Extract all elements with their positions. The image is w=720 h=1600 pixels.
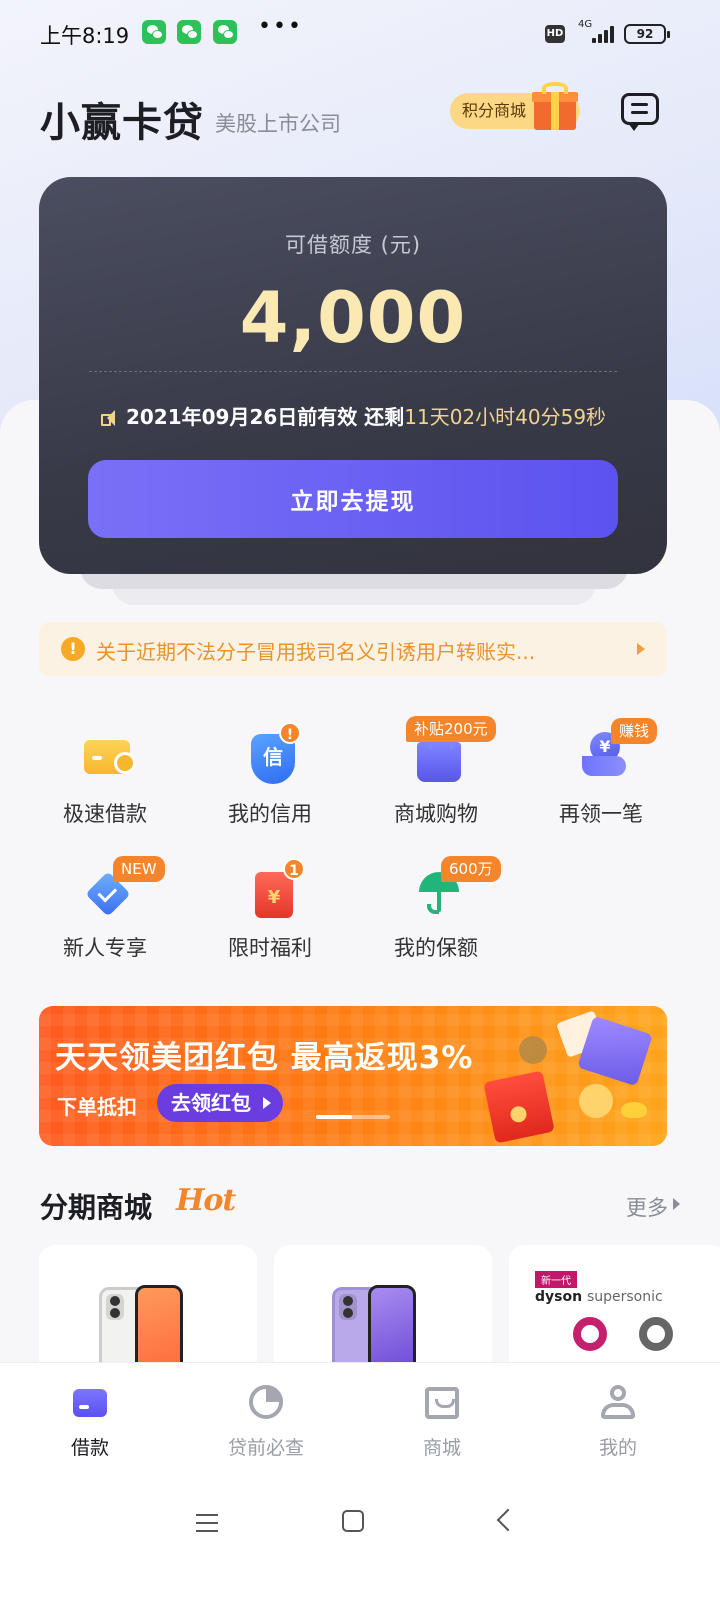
hd-icon: HD [545, 25, 565, 43]
notice-text: 关于近期不法分子冒用我司名义引诱用户转账实... [96, 640, 536, 664]
subsidy-badge: 补贴200元 [406, 716, 496, 742]
credit-limit-label: 可借额度 (元) [284, 233, 422, 257]
grid-item-my-credit[interactable]: 信 ! 我的信用 [195, 722, 345, 850]
signal-icon [586, 25, 616, 43]
divider [89, 371, 617, 372]
status-bar: 上午8:19 ••• HD 4G 92 [0, 0, 720, 66]
credit-limit-card: 可借额度 (元) 4,000 2021年09月26日前有效 还剩11天02小时4… [39, 177, 667, 574]
chevron-right-icon [673, 1198, 680, 1210]
grid-item-limited-benefit[interactable]: ¥ 1 限时福利 [195, 858, 345, 984]
app-title: 小赢卡贷 [40, 100, 204, 146]
grid-item-borrow-again[interactable]: ¥ 赚钱 再领一笔 [526, 718, 676, 850]
user-icon [599, 1385, 637, 1421]
coverage-badge: 600万 [441, 856, 501, 882]
grid-item-mall-shopping[interactable]: 补贴200元 商城购物 [361, 716, 511, 850]
withdraw-button[interactable]: 立即去提现 [88, 460, 618, 538]
pie-chart-icon [247, 1385, 285, 1421]
earn-badge: 赚钱 [611, 718, 658, 744]
home-icon[interactable] [342, 1510, 364, 1532]
tab-label: 我的 [598, 1437, 637, 1459]
grid-item-newcomer[interactable]: NEW 新人专享 [30, 856, 180, 984]
product-tag: 新一代 [535, 1271, 577, 1288]
status-time: 上午8:19 [40, 24, 130, 48]
wechat-icon [177, 20, 201, 44]
banner-subtext: 下单抵扣 [57, 1095, 137, 1119]
wechat-icon [213, 20, 237, 44]
tab-label: 商城 [422, 1437, 461, 1459]
tab-loan[interactable]: 借款 [0, 1363, 180, 1475]
grid-item-label: 商城购物 [394, 802, 478, 826]
claim-red-packet-button[interactable]: 去领红包 [157, 1084, 283, 1122]
carousel-indicator [316, 1115, 390, 1119]
count-badge: 1 [283, 858, 305, 880]
warning-icon: ! [61, 637, 85, 661]
grid-item-label: 我的保额 [394, 936, 478, 960]
countdown-text: 11天02小时40分59秒 [404, 405, 607, 429]
hot-badge: Hot [176, 1183, 236, 1218]
bottom-tab-bar: 借款 贷前必查 商城 我的 [0, 1362, 720, 1474]
grid-item-label: 再领一笔 [559, 802, 643, 826]
tab-label: 借款 [70, 1437, 109, 1459]
wechat-icon [142, 20, 166, 44]
banner-headline: 天天领美团红包 最高返现3% [55, 1040, 474, 1076]
credit-limit-amount: 4,000 [239, 277, 467, 359]
tab-mine[interactable]: 我的 [528, 1363, 708, 1475]
validity-text: 2021年09月26日前有效 还剩 [125, 405, 405, 429]
system-navigation-bar [0, 1474, 720, 1600]
red-envelope-icon: ¥ 1 [245, 858, 305, 920]
coin-decoration [579, 1084, 613, 1118]
more-link[interactable]: 更多 [626, 1192, 668, 1222]
shield-icon: 信 ! [245, 722, 301, 786]
tab-pre-loan-check[interactable]: 贷前必查 [176, 1363, 356, 1475]
promo-banner[interactable]: 天天领美团红包 最高返现3% 下单抵扣 去领红包 [39, 1006, 667, 1146]
gift-icon[interactable] [532, 82, 578, 130]
coin-decoration [519, 1036, 547, 1064]
section-title: 分期商城 [40, 1191, 153, 1224]
message-icon[interactable] [621, 93, 659, 131]
grid-item-label: 极速借款 [63, 802, 147, 826]
validity-row: 2021年09月26日前有效 还剩11天02小时40分59秒 [39, 401, 667, 430]
hair-dryer-image [639, 1317, 673, 1351]
grid-item-fast-loan[interactable]: 极速借款 [30, 730, 180, 850]
new-badge: NEW [113, 856, 165, 882]
menu-icon[interactable] [196, 1514, 218, 1532]
grid-item-my-coverage[interactable]: 600万 我的保额 [361, 856, 511, 984]
more-notifications-icon: ••• [258, 14, 303, 39]
grid-item-label: 新人专享 [63, 936, 147, 960]
grid-item-label: 限时福利 [228, 936, 312, 960]
product-brand: dyson supersonic [535, 1289, 663, 1305]
chevron-right-icon [637, 643, 645, 655]
battery-icon: 92 [624, 24, 670, 44]
tab-mall[interactable]: 商城 [352, 1363, 532, 1475]
alert-badge: ! [279, 722, 301, 744]
red-envelope-decoration [483, 1070, 555, 1144]
grid-item-label: 我的信用 [228, 802, 312, 826]
speaker-icon [100, 410, 120, 426]
bird-decoration [621, 1102, 647, 1118]
app-subtitle: 美股上市公司 [215, 112, 341, 136]
hair-dryer-image [573, 1317, 607, 1351]
back-icon[interactable] [496, 1508, 520, 1532]
points-mall-label: 积分商城 [462, 101, 527, 120]
notice-bar[interactable]: ! 关于近期不法分子冒用我司名义引诱用户转账实... [39, 622, 667, 676]
store-icon [423, 1385, 461, 1421]
card-coin-icon [80, 730, 136, 786]
card-icon [71, 1385, 109, 1421]
tab-label: 贷前必查 [227, 1437, 304, 1459]
